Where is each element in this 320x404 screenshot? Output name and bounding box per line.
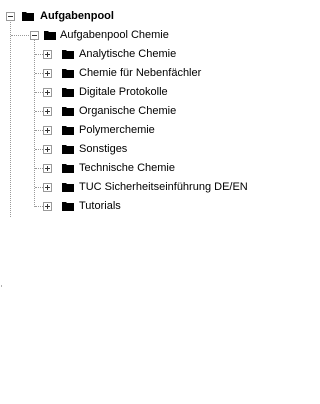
- folder-icon: [62, 126, 74, 135]
- tree-node-label[interactable]: Chemie für Nebenfächler: [79, 67, 201, 80]
- folder-icon: [62, 107, 74, 116]
- tree-node-label[interactable]: Organische Chemie: [79, 105, 176, 118]
- expand-toggle[interactable]: [43, 164, 52, 173]
- expand-toggle[interactable]: [43, 88, 52, 97]
- expand-toggle[interactable]: [43, 145, 52, 154]
- folder-icon: [44, 31, 56, 40]
- expand-toggle[interactable]: [43, 50, 52, 59]
- folder-tree: Aufgabenpool Aufgabenpool Chemie Analyti…: [0, 0, 253, 404]
- expand-toggle[interactable]: [43, 107, 52, 116]
- tree-node-label[interactable]: Polymerchemie: [79, 124, 155, 137]
- tree-node-root-label[interactable]: Aufgabenpool: [40, 10, 114, 23]
- tree-node-label[interactable]: Tutorials: [79, 200, 121, 213]
- folder-icon: [62, 50, 74, 59]
- tree-node-label[interactable]: Analytische Chemie: [79, 48, 176, 61]
- folder-icon: [62, 183, 74, 192]
- tree-node-label[interactable]: Digitale Protokolle: [79, 86, 168, 99]
- expand-toggle[interactable]: [43, 183, 52, 192]
- expand-toggle[interactable]: [43, 126, 52, 135]
- tree-connector: [11, 35, 29, 36]
- expand-toggle[interactable]: [43, 69, 52, 78]
- tree-node-label[interactable]: Aufgabenpool Chemie: [60, 29, 169, 42]
- tree-node-label[interactable]: Technische Chemie: [79, 162, 175, 175]
- folder-icon: [62, 202, 74, 211]
- expand-toggle[interactable]: [43, 202, 52, 211]
- folder-icon: [62, 164, 74, 173]
- collapse-toggle[interactable]: [30, 31, 39, 40]
- tree-node-label[interactable]: TUC Sicherheitseinführung DE/EN: [79, 181, 248, 194]
- folder-icon: [62, 69, 74, 78]
- tree-node-label[interactable]: Sonstiges: [79, 143, 127, 156]
- tree-connector: [34, 40, 35, 207]
- folder-icon: [62, 145, 74, 154]
- scroll-artifact: [1, 285, 2, 287]
- tree-connector: [10, 20, 11, 217]
- collapse-toggle[interactable]: [6, 12, 15, 21]
- folder-icon: [62, 88, 74, 97]
- folder-icon: [22, 12, 34, 21]
